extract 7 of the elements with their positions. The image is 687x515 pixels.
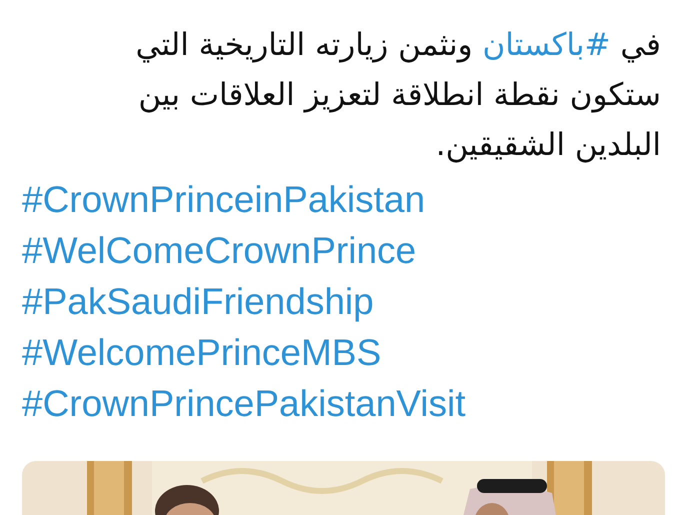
hashtag-link[interactable]: #WelComeCrownPrince <box>22 225 416 276</box>
hashtag-link[interactable]: #باكستان <box>482 27 610 63</box>
hashtag-link[interactable]: #PakSaudiFriendship <box>22 276 374 327</box>
hashtag-link[interactable]: #CrownPrincePakistanVisit <box>22 378 466 429</box>
hashtag-link[interactable]: #WelcomePrinceMBS <box>22 327 382 378</box>
hashtag-link[interactable]: #CrownPrinceinPakistan <box>22 174 426 225</box>
tweet-text: في #باكستان ونثمن زيارته التاريخية التي ستكون نقطة انطلاقة لتعزيز العلاقات بين البلدين الشقيقين. <box>136 26 662 165</box>
